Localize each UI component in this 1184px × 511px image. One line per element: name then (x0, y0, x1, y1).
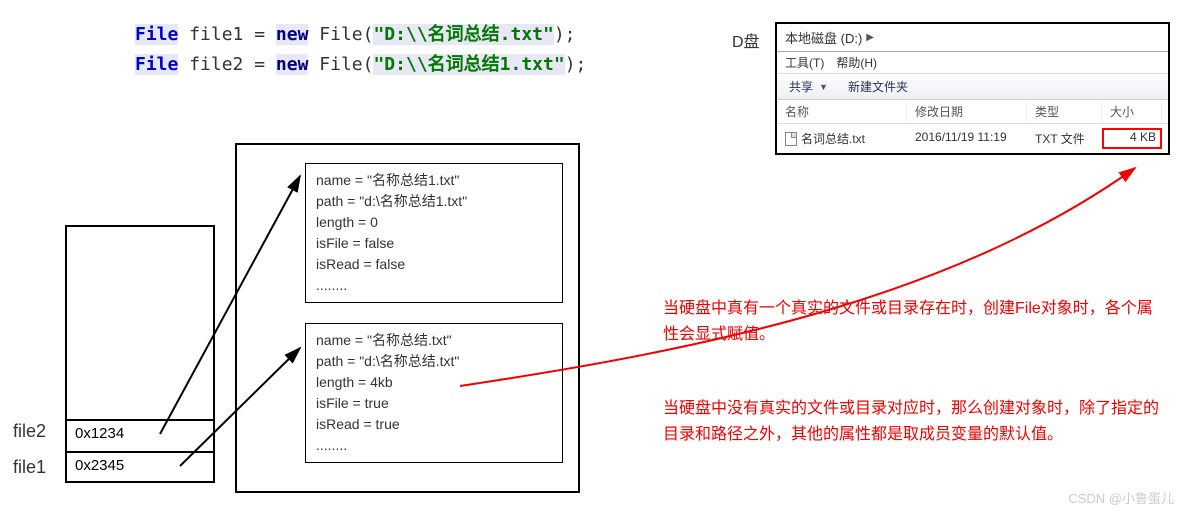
file-size-highlighted: 4 KB (1102, 128, 1162, 149)
obj-prop: path = "d:\名称总结1.txt" (316, 191, 552, 212)
keyword-file: File (135, 24, 178, 45)
toolbar-share[interactable]: 共享 (789, 78, 813, 95)
string-literal-1: "D:\\名词总结.txt" (373, 24, 553, 45)
string-literal-2: "D:\\名词总结1.txt" (373, 54, 564, 75)
explanation-exists: 当硬盘中真有一个真实的文件或目录存在时，创建File对象时，各个属性会显式赋值。 (663, 296, 1163, 348)
ctor-file: File (319, 24, 362, 45)
obj-prop: isRead = true (316, 414, 552, 435)
object-box-file2: name = "名称总结1.txt" path = "d:\名称总结1.txt"… (305, 163, 563, 303)
explorer-menubar: 工具(T) 帮助(H) (777, 52, 1168, 74)
keyword-new: new (276, 24, 309, 45)
col-size[interactable]: 大小 (1102, 100, 1162, 123)
code-line-1: File file1 = new File("D:\\名词总结.txt"); (135, 20, 586, 50)
keyword-file: File (135, 54, 178, 75)
col-type[interactable]: 类型 (1027, 100, 1102, 123)
heap-area: name = "名称总结1.txt" path = "d:\名称总结1.txt"… (235, 143, 580, 493)
menu-tools[interactable]: 工具(T) (785, 54, 824, 71)
toolbar-newfolder[interactable]: 新建文件夹 (848, 78, 908, 95)
d-drive-label: D盘 (732, 28, 760, 52)
explorer-path: 本地磁盘 (D:) (785, 28, 862, 47)
explanation-not-exists: 当硬盘中没有真实的文件或目录对应时，那么创建对象时，除了指定的目录和路径之外，其… (663, 396, 1173, 448)
file-date: 2016/11/19 11:19 (907, 128, 1027, 149)
obj-prop: ........ (316, 435, 552, 456)
obj-prop: isFile = false (316, 233, 552, 254)
ctor-file: File (319, 54, 362, 75)
explorer-window: 本地磁盘 (D:) ▶ 工具(T) 帮助(H) 共享 ▼ 新建文件夹 名称 修改日… (775, 22, 1170, 155)
obj-prop: isFile = true (316, 393, 552, 414)
file-cell: 名词总结.txt (777, 128, 907, 149)
csdn-watermark: CSDN @小鲁蛋儿 (1068, 488, 1174, 507)
obj-prop: name = "名称总结.txt" (316, 330, 552, 351)
var-file2: file2 (189, 54, 243, 75)
explorer-columns: 名称 修改日期 类型 大小 (777, 100, 1168, 124)
object-box-file1: name = "名称总结.txt" path = "d:\名称总结.txt" l… (305, 323, 563, 463)
file-name: 名词总结.txt (801, 130, 865, 147)
stack-cell-file1: 0x2345 (67, 451, 213, 483)
obj-prop: length = 0 (316, 212, 552, 233)
explorer-addressbar[interactable]: 本地磁盘 (D:) ▶ (777, 24, 1168, 52)
explorer-toolbar: 共享 ▼ 新建文件夹 (777, 74, 1168, 100)
code-block: File file1 = new File("D:\\名词总结.txt"); F… (135, 20, 586, 80)
label-file2: file2 (13, 421, 46, 442)
obj-prop: length = 4kb (316, 372, 552, 393)
obj-prop: isRead = false (316, 254, 552, 275)
label-file1: file1 (13, 457, 46, 478)
stack-area: 0x1234 0x2345 (65, 225, 215, 483)
obj-prop: path = "d:\名称总结.txt" (316, 351, 552, 372)
table-row[interactable]: 名词总结.txt 2016/11/19 11:19 TXT 文件 4 KB (777, 124, 1168, 153)
obj-prop: name = "名称总结1.txt" (316, 170, 552, 191)
chevron-right-icon: ▶ (866, 32, 874, 43)
obj-prop: ........ (316, 275, 552, 296)
code-line-2: File file2 = new File("D:\\名词总结1.txt"); (135, 50, 586, 80)
file-icon (785, 132, 797, 146)
keyword-new: new (276, 54, 309, 75)
col-date[interactable]: 修改日期 (907, 100, 1027, 123)
menu-help[interactable]: 帮助(H) (836, 54, 877, 71)
col-name[interactable]: 名称 (777, 100, 907, 123)
var-file1: file1 (189, 24, 243, 45)
chevron-down-icon: ▼ (819, 82, 828, 92)
stack-cell-file2: 0x1234 (67, 419, 213, 451)
file-type: TXT 文件 (1027, 128, 1102, 149)
